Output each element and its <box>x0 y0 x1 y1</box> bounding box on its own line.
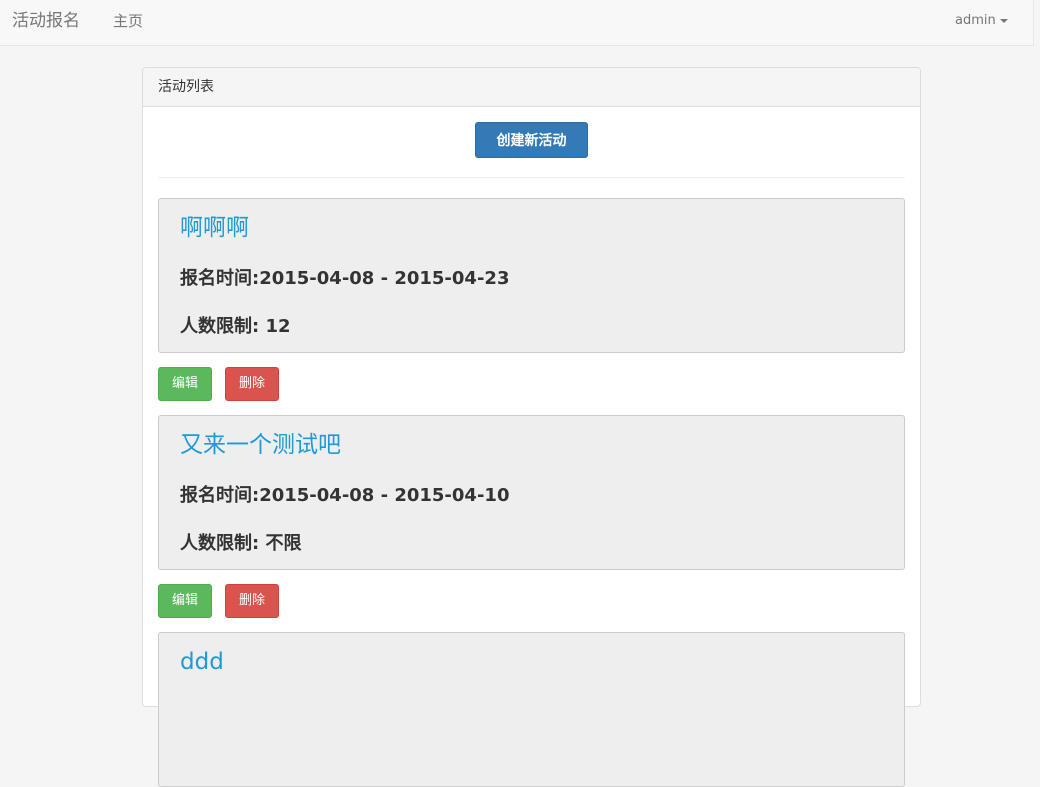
nav-home-link[interactable]: 主页 <box>113 11 143 31</box>
delete-button[interactable]: 删除 <box>225 367 279 401</box>
event-card: 又来一个测试吧 报名时间:2015-04-08 - 2015-04-10 人数限… <box>158 415 905 570</box>
delete-button[interactable]: 删除 <box>225 584 279 618</box>
divider <box>158 177 905 178</box>
panel-heading: 活动列表 <box>143 68 920 107</box>
event-participant-limit: 人数限制: 不限 <box>180 533 302 554</box>
event-title-link[interactable]: 又来一个测试吧 <box>180 429 341 461</box>
user-menu-label: admin <box>955 13 996 28</box>
create-event-button[interactable]: 创建新活动 <box>475 122 588 158</box>
brand-link[interactable]: 活动报名 <box>12 10 80 32</box>
top-navbar: 活动报名 主页 admin <box>0 0 1034 46</box>
event-card: 啊啊啊 报名时间:2015-04-08 - 2015-04-23 人数限制: 1… <box>158 198 905 353</box>
event-signup-time: 报名时间:2015-04-08 - 2015-04-10 <box>180 485 510 506</box>
event-card: ddd <box>158 632 905 787</box>
user-menu-dropdown[interactable]: admin <box>955 12 1008 30</box>
event-participant-limit: 人数限制: 12 <box>180 316 291 337</box>
create-button-wrap: 创建新活动 <box>143 122 920 158</box>
edit-button[interactable]: 编辑 <box>158 367 212 401</box>
event-list-panel: 活动列表 创建新活动 啊啊啊 报名时间:2015-04-08 - 2015-04… <box>142 67 921 787</box>
caret-down-icon <box>999 18 1008 23</box>
event-title-link[interactable]: ddd <box>180 646 224 678</box>
edit-button[interactable]: 编辑 <box>158 584 212 618</box>
event-signup-time: 报名时间:2015-04-08 - 2015-04-23 <box>180 268 510 289</box>
event-title-link[interactable]: 啊啊啊 <box>180 212 249 244</box>
